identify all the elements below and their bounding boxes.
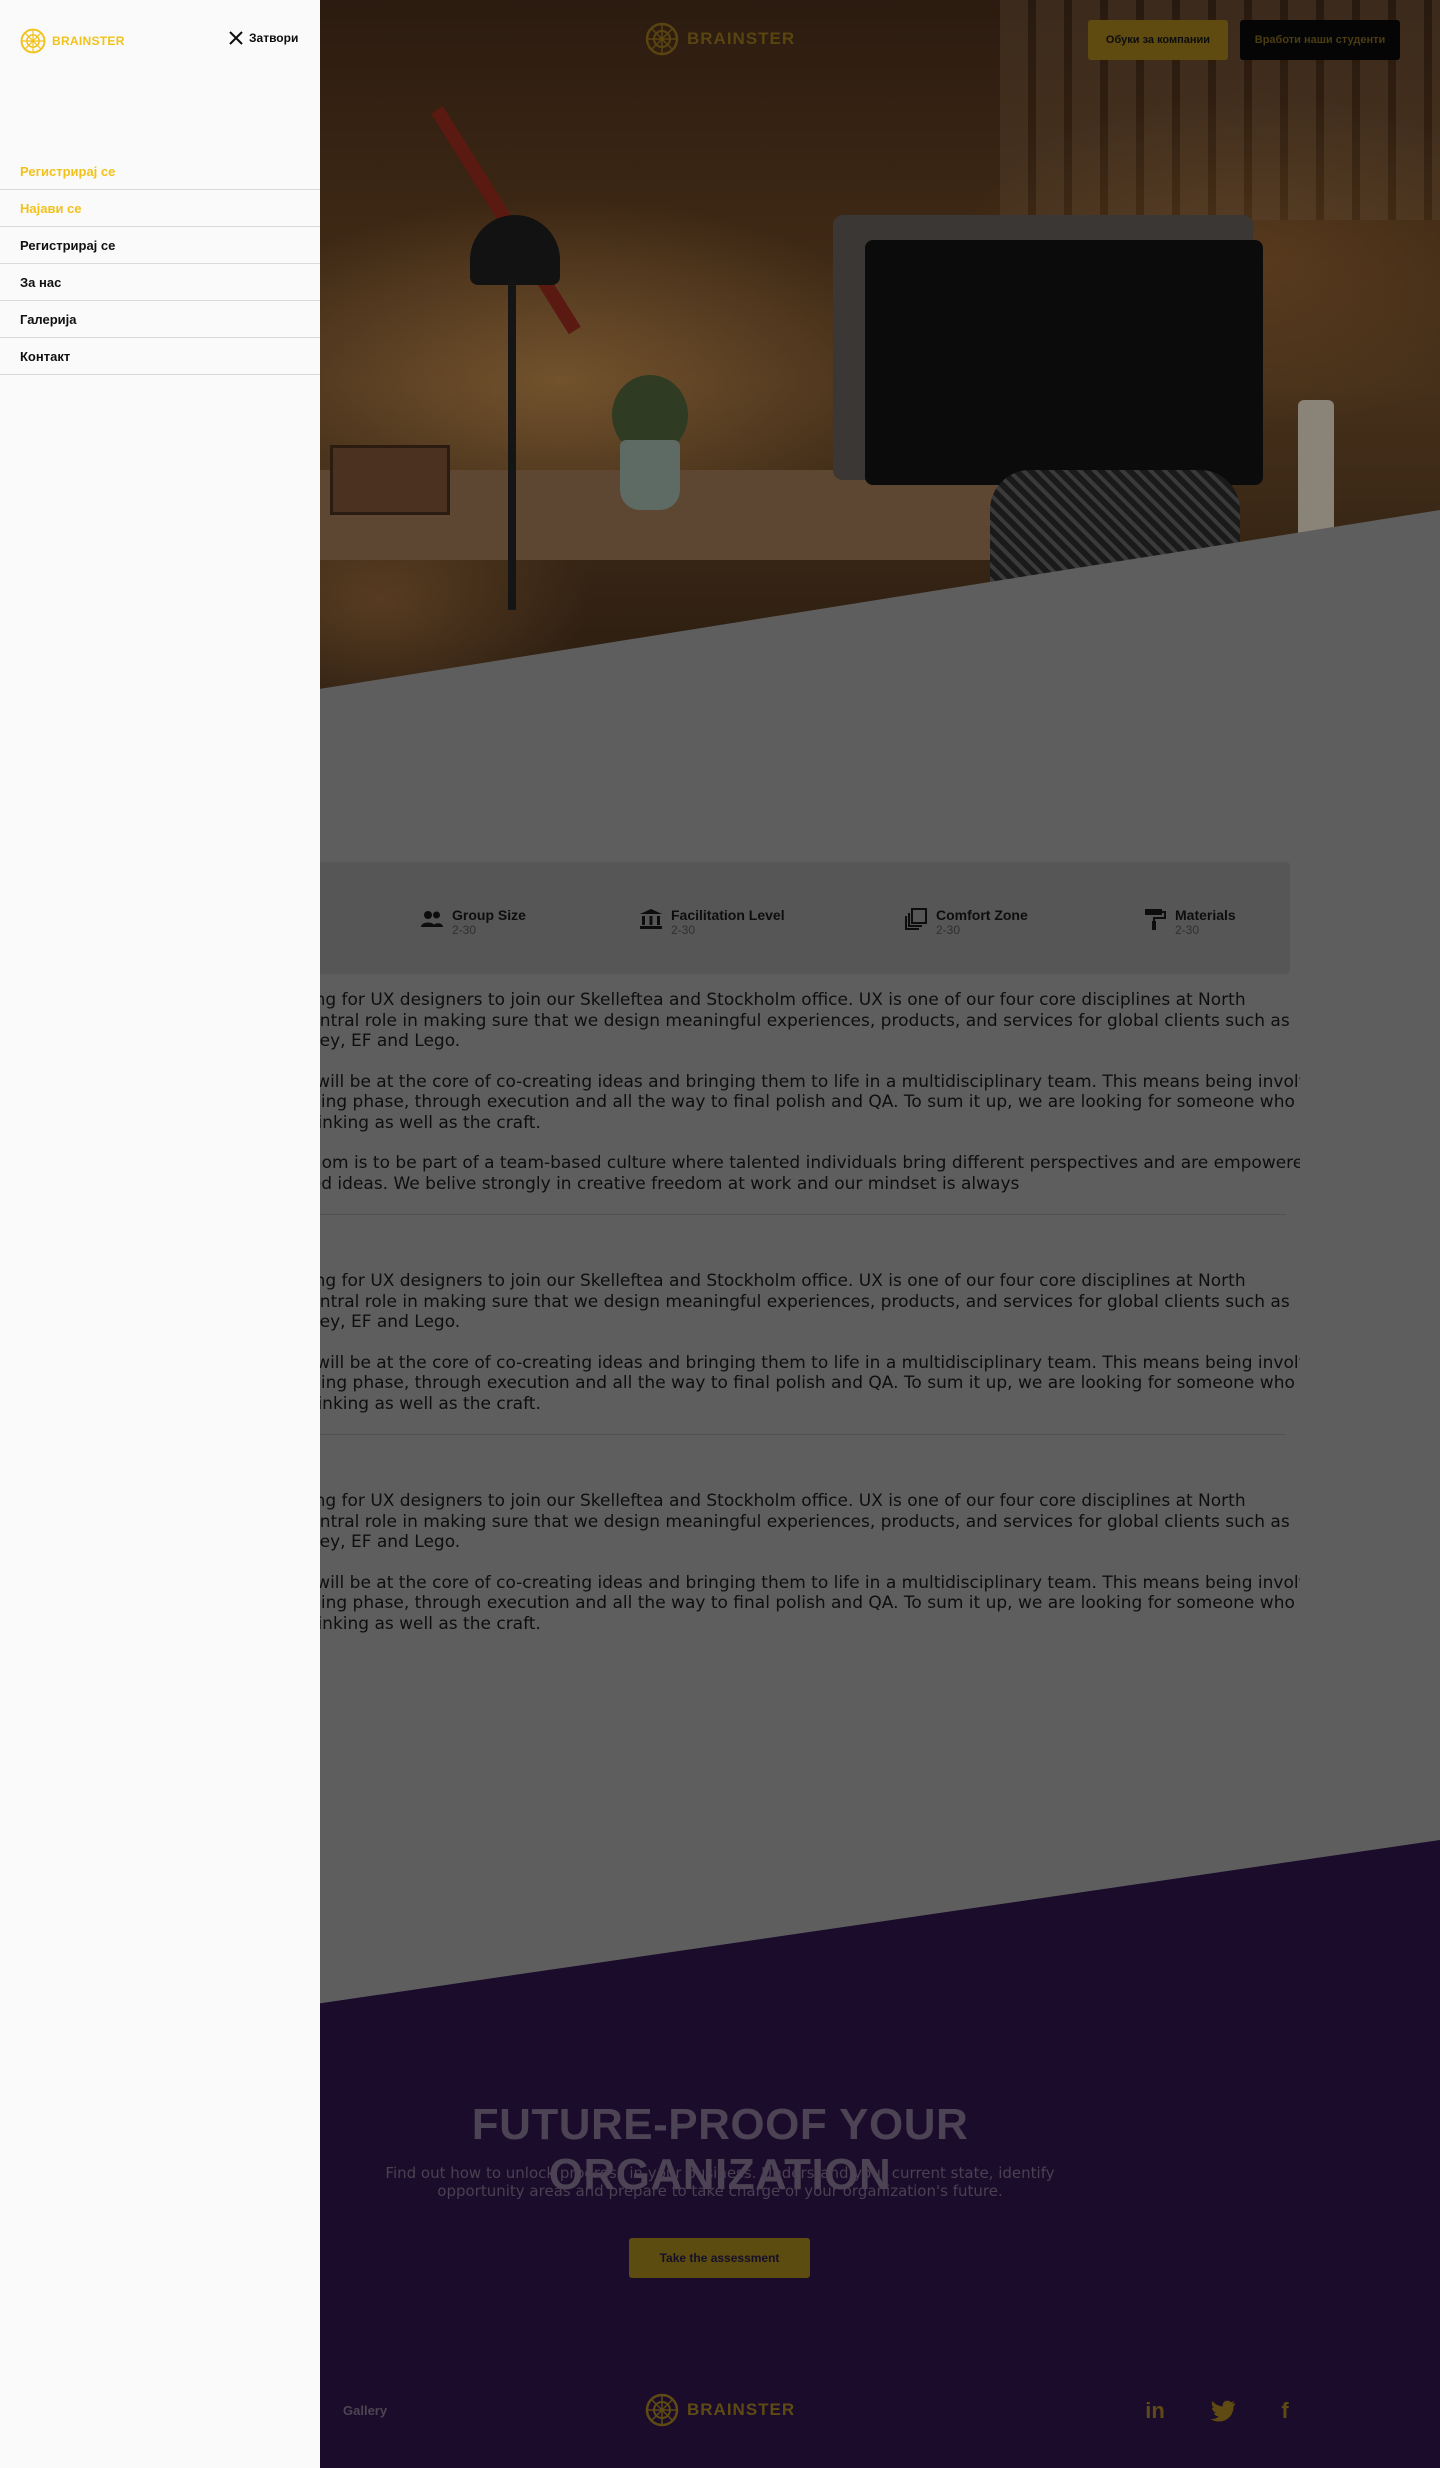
info-value: 2-30: [671, 923, 696, 937]
info-value: 2-30: [1175, 923, 1200, 937]
menu-item-gallery[interactable]: Галерија: [0, 301, 320, 338]
paragraph: king for UX designers to join our Skelle…: [300, 990, 1290, 1051]
linkedin-icon[interactable]: in: [1140, 2396, 1170, 2426]
footer-gallery-link[interactable]: Gallery: [343, 2403, 387, 2418]
info-value: 2-30: [936, 923, 961, 937]
info-title: Facilitation Level: [671, 907, 785, 923]
info-item-group-size: Group Size 2-30: [420, 907, 526, 937]
layers-icon: [905, 908, 927, 930]
header-brand-text: BRAINSTER: [687, 29, 796, 48]
footer-logo[interactable]: BRAINSTER: [645, 2393, 795, 2427]
section-divider: [300, 1214, 1286, 1215]
info-item-materials: Materials 2-30: [1143, 907, 1236, 937]
close-drawer-button[interactable]: Затвори: [228, 30, 298, 46]
info-item-facilitation-level: Facilitation Level 2-30: [639, 907, 785, 937]
brain-logo-icon: [645, 22, 679, 56]
cta-subtitle: Find out how to unlock progress in your …: [385, 2164, 1055, 2200]
drawer-menu: Регистрирај се Најави се Регистрирај се …: [0, 153, 320, 375]
content-section: king for UX designers to join our Skelle…: [300, 1271, 1300, 1435]
take-assessment-button[interactable]: Take the assessment: [629, 2238, 810, 2278]
content-section: king for UX designers to join our Skelle…: [300, 1491, 1300, 1634]
paragraph: king for UX designers to join our Skelle…: [300, 1491, 1290, 1552]
side-navigation-drawer: BRAINSTER Затвори Регистрирај се Најави …: [0, 0, 320, 2468]
info-item-comfort-zone: Comfort Zone 2-30: [904, 907, 1028, 937]
close-label: Затвори: [249, 31, 299, 45]
info-value: 2-30: [452, 923, 477, 937]
header-logo[interactable]: BRAINSTER: [645, 22, 795, 56]
paragraph: king for UX designers to join our Skelle…: [300, 1271, 1290, 1332]
hire-students-button[interactable]: Вработи наши студенти: [1240, 20, 1400, 60]
facebook-icon[interactable]: f: [1270, 2396, 1300, 2426]
menu-item-register-2[interactable]: Регистрирај се: [0, 227, 320, 264]
group-icon: [421, 911, 443, 927]
paragraph: n will be at the core of co-creating ide…: [300, 1572, 1300, 1634]
close-icon: [229, 31, 243, 45]
paragraph: n will be at the core of co-creating ide…: [300, 1071, 1300, 1133]
menu-item-register[interactable]: Регистрирај се: [0, 153, 320, 190]
drawer-brand-text: BRAINSTER: [52, 34, 125, 48]
menu-item-login[interactable]: Најави се: [0, 190, 320, 227]
trainings-for-companies-button[interactable]: Обуки за компании: [1088, 20, 1228, 60]
workshop-info-bar: Group Size 2-30 Facilitation Level 2-30: [250, 862, 1290, 974]
section-divider: [300, 1434, 1286, 1435]
menu-item-about[interactable]: За нас: [0, 264, 320, 301]
drawer-logo[interactable]: BRAINSTER: [20, 28, 125, 54]
footer-brand-text: BRAINSTER: [687, 2400, 796, 2419]
paragraph: n will be at the core of co-creating ide…: [300, 1352, 1300, 1414]
info-title: Comfort Zone: [936, 907, 1028, 923]
paragraph: gdom is to be part of a team-based cultu…: [300, 1153, 1300, 1194]
content-section: king for UX designers to join our Skelle…: [300, 990, 1300, 1215]
info-title: Group Size: [452, 907, 526, 923]
menu-item-contact[interactable]: Контакт: [0, 338, 320, 375]
paint-roller-icon: [1145, 909, 1166, 930]
job-description: king for UX designers to join our Skelle…: [300, 990, 1300, 1654]
brain-logo-icon: [645, 2393, 679, 2427]
twitter-icon[interactable]: [1208, 2396, 1238, 2426]
institution-icon: [640, 909, 662, 929]
brain-logo-icon: [20, 28, 46, 54]
info-title: Materials: [1175, 907, 1236, 923]
